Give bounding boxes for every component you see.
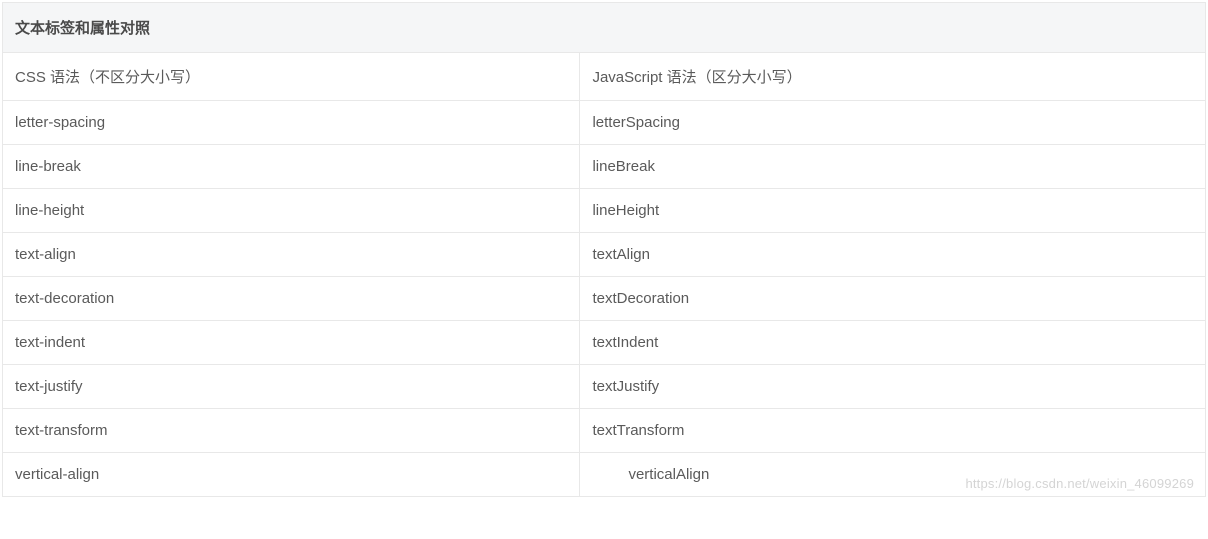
js-property-cell: textTransform (580, 409, 1206, 453)
table-row: line-breaklineBreak (3, 145, 1206, 189)
table-row: text-aligntextAlign (3, 233, 1206, 277)
css-property-cell: text-align (3, 233, 580, 277)
table-row: text-decorationtextDecoration (3, 277, 1206, 321)
css-property-cell: letter-spacing (3, 101, 580, 145)
table-row: text-transformtextTransform (3, 409, 1206, 453)
table-header-row: CSS 语法（不区分大小写） JavaScript 语法（区分大小写） (3, 53, 1206, 101)
watermark-text: https://blog.csdn.net/weixin_46099269 (965, 476, 1194, 491)
js-property-cell: letterSpacing (580, 101, 1206, 145)
table-row: line-heightlineHeight (3, 189, 1206, 233)
js-property-cell: lineBreak (580, 145, 1206, 189)
css-property-cell: line-height (3, 189, 580, 233)
header-js-syntax: JavaScript 语法（区分大小写） (580, 53, 1206, 101)
table-title: 文本标签和属性对照 (3, 3, 1206, 53)
js-property-cell: textJustify (580, 365, 1206, 409)
css-property-cell: text-indent (3, 321, 580, 365)
css-property-cell: text-decoration (3, 277, 580, 321)
css-property-cell: line-break (3, 145, 580, 189)
js-property-cell: lineHeight (580, 189, 1206, 233)
property-comparison-table: 文本标签和属性对照 CSS 语法（不区分大小写） JavaScript 语法（区… (2, 2, 1206, 497)
css-property-cell: text-transform (3, 409, 580, 453)
header-css-syntax: CSS 语法（不区分大小写） (3, 53, 580, 101)
css-property-cell: text-justify (3, 365, 580, 409)
js-property-cell: textDecoration (580, 277, 1206, 321)
table-row: text-justifytextJustify (3, 365, 1206, 409)
js-property-cell: textAlign (580, 233, 1206, 277)
table-row: letter-spacingletterSpacing (3, 101, 1206, 145)
css-property-cell: vertical-align (3, 453, 580, 497)
js-property-cell: textIndent (580, 321, 1206, 365)
table-row: text-indenttextIndent (3, 321, 1206, 365)
